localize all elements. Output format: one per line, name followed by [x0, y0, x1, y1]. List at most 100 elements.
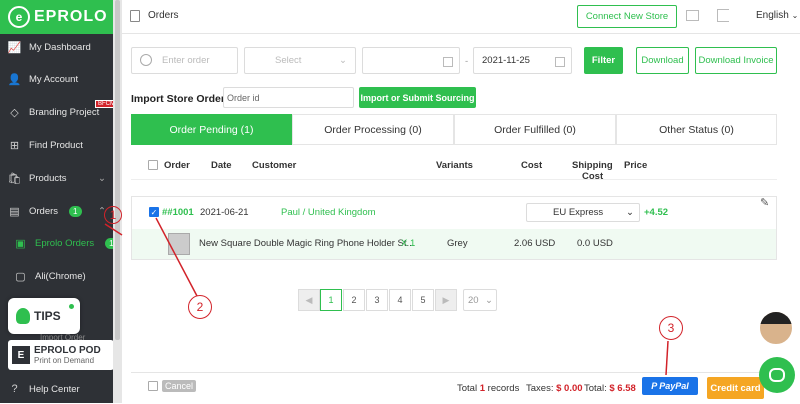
total-suffix: records — [487, 383, 520, 394]
pod-logo-icon: E — [12, 346, 30, 364]
page-1-button[interactable]: 1 — [320, 289, 342, 311]
page-3-button[interactable]: 3 — [366, 289, 388, 311]
prev-page-button[interactable]: ◀ — [298, 289, 320, 311]
sidebar-item-label: My Account — [29, 73, 79, 85]
logo-mark-icon: e — [8, 6, 30, 28]
col-cost: Cost — [521, 160, 543, 171]
col-variants: Variants — [436, 160, 473, 171]
import-submit-button[interactable]: Import or Submit Sourcing — [359, 87, 476, 108]
user-icon: 👤 — [7, 73, 22, 86]
sidebar-item-ali-chrome[interactable]: ▢ Ali(Chrome) — [0, 261, 122, 291]
sidebar-item-dashboard[interactable]: 📈 My Dashboard — [0, 32, 122, 62]
status-select[interactable]: Select ⌄ — [244, 47, 356, 74]
sidebar-item-branding[interactable]: ◇ Branding Project BFCM — [0, 97, 122, 127]
annotation-2: 2 — [188, 295, 212, 319]
filter-button[interactable]: Filter — [584, 47, 623, 74]
order-checkbox[interactable]: ✓ — [149, 207, 159, 217]
brand-logo[interactable]: e EPROLO — [0, 0, 122, 34]
download-button[interactable]: Download — [636, 47, 689, 74]
next-page-button[interactable]: ▶ — [435, 289, 457, 311]
orders-icon: ▤ — [9, 205, 20, 218]
date-separator: - — [465, 56, 469, 67]
sidebar-item-account[interactable]: 👤 My Account — [0, 64, 122, 94]
page-4-button[interactable]: 4 — [389, 289, 411, 311]
sidebar-item-label: Help Center — [29, 383, 80, 395]
annotation-1: 1 — [104, 206, 122, 224]
order-id-link[interactable]: ##1001 — [162, 207, 194, 218]
total-value: $ 6.58 — [609, 383, 636, 394]
cancel-button[interactable]: Cancel — [162, 380, 197, 392]
shipping-extra: +4.52 — [644, 207, 669, 218]
chart-icon: 📈 — [7, 41, 22, 54]
footer-select-all-checkbox[interactable] — [148, 381, 158, 391]
exit-icon[interactable] — [717, 9, 729, 22]
sidebar-item-find-product[interactable]: ⊞ Find Product — [0, 130, 122, 160]
col-date: Date — [211, 160, 232, 171]
pod-title: EPROLO POD — [34, 345, 101, 356]
page-size-value: 20 — [468, 294, 479, 306]
order-total: Total: $ 6.58 — [584, 383, 636, 394]
sidebar-item-label: Eprolo Orders — [35, 237, 95, 249]
list-icon: ▣ — [15, 237, 26, 250]
sidebar-item-label: Ali(Chrome) — [35, 270, 86, 282]
tab-order-processing[interactable]: Order Processing (0) — [292, 114, 454, 145]
tips-widget[interactable]: TIPS — [8, 298, 80, 334]
layout-icon[interactable] — [686, 10, 699, 21]
import-placeholder: Order id — [227, 92, 260, 103]
page-2-button[interactable]: 2 — [343, 289, 365, 311]
sidebar-item-eprolo-orders[interactable]: ▣ Eprolo Orders 1 — [0, 228, 122, 258]
chevron-down-icon: ⌄ — [791, 11, 799, 20]
item-variant: Grey — [447, 238, 468, 249]
tab-order-fulfilled[interactable]: Order Fulfilled (0) — [454, 114, 616, 145]
sidebar-item-products[interactable]: 🛍 Products ⌄ — [0, 163, 122, 193]
select-all-checkbox[interactable] — [148, 160, 158, 170]
item-cost: 2.06 USD — [514, 238, 556, 249]
end-date-input[interactable]: 2021-11-25 — [473, 47, 572, 74]
taxes-value: $ 0.00 — [556, 383, 583, 394]
bulb-icon — [16, 308, 30, 324]
total-prefix: Total — [457, 383, 478, 394]
product-name[interactable]: New Square Double Magic Ring Phone Holde… — [199, 238, 414, 249]
topbar: Orders Connect New Store English ⌄ — [122, 0, 800, 34]
paypal-icon: P — [651, 381, 658, 391]
tab-order-pending[interactable]: Order Pending (1) — [131, 114, 292, 145]
sidebar-item-label: Products — [29, 172, 67, 184]
sidebar-item-help-center[interactable]: ? Help Center — [0, 374, 122, 404]
sidebar-scrollbar-thumb[interactable] — [115, 0, 120, 340]
ali-icon: ▢ — [15, 270, 26, 283]
order-date: 2021-06-21 — [200, 207, 249, 218]
total-label: Total: — [584, 383, 607, 394]
order-search-input[interactable]: Enter order — [131, 47, 238, 74]
start-date-input[interactable] — [362, 47, 460, 74]
sidebar-item-label: My Dashboard — [29, 41, 91, 53]
customer-link[interactable]: Paul / United Kingdom — [281, 207, 376, 218]
credit-card-button[interactable]: Credit card — [707, 377, 764, 399]
import-order-input[interactable]: Order id — [223, 87, 354, 108]
col-shipping-2: Cost — [582, 171, 604, 182]
tab-other-status[interactable]: Other Status (0) — [616, 114, 777, 145]
page-5-button[interactable]: 5 — [412, 289, 434, 311]
language-select[interactable]: English ⌄ — [756, 10, 798, 21]
sidebar: e EPROLO 📈 My Dashboard 👤 My Account ◇ B… — [0, 0, 122, 403]
chevron-down-icon: ⌄ — [485, 294, 493, 306]
paypal-button[interactable]: P PayPal — [642, 377, 698, 395]
support-avatar[interactable] — [758, 310, 794, 346]
avatar-hair — [760, 312, 792, 324]
pod-subtitle: Print on Demand — [34, 356, 95, 365]
edit-icon[interactable]: ✎ — [760, 196, 769, 209]
download-invoice-button[interactable]: Download Invoice — [695, 47, 777, 74]
help-icon: ? — [11, 383, 18, 395]
page-size-select[interactable]: 20 ⌄ — [463, 289, 497, 311]
bag-icon: 🛍 — [7, 172, 22, 185]
calendar-icon — [555, 57, 565, 67]
tips-label: TIPS — [34, 309, 61, 323]
chevron-down-icon: ⌄ — [626, 207, 634, 218]
chevron-down-icon: ⌄ — [98, 172, 106, 184]
chevron-down-icon: ⌄ — [339, 55, 347, 66]
shipping-method-select[interactable]: EU Express ⌄ — [526, 203, 640, 222]
connect-store-button[interactable]: Connect New Store — [577, 5, 677, 28]
pod-banner[interactable]: E EPROLO POD Print on Demand — [8, 340, 114, 370]
notification-dot — [69, 304, 74, 309]
language-value: English — [756, 10, 789, 21]
chat-button[interactable] — [759, 357, 795, 393]
